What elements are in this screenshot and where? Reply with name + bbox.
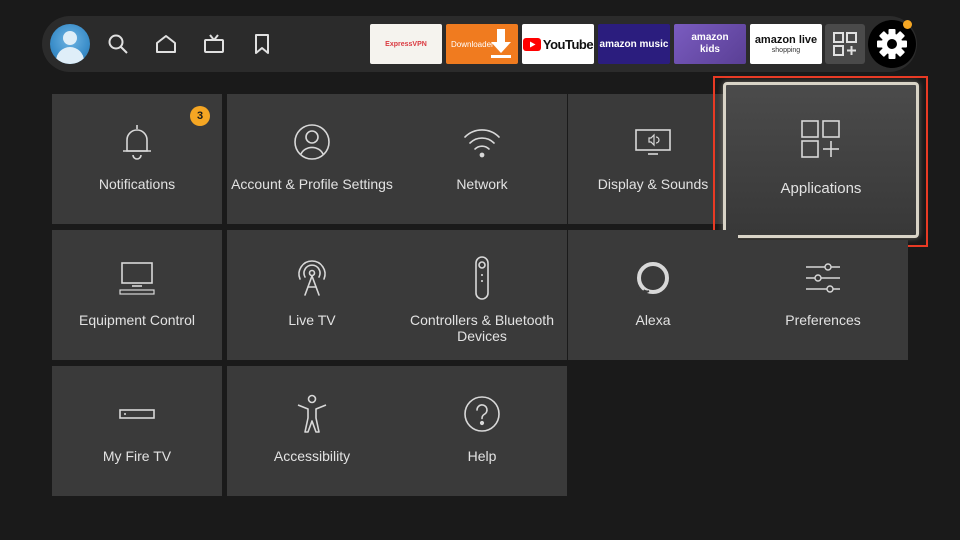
tile-live-tv[interactable]: Live TV <box>227 230 397 360</box>
app-label: YouTube <box>542 36 594 52</box>
apps-grid-plus-icon <box>833 32 857 56</box>
tile-network[interactable]: Network <box>397 94 567 224</box>
app-amazon-music[interactable]: amazon music <box>598 24 670 64</box>
sliders-icon <box>738 258 908 298</box>
tile-label: My Fire TV <box>102 448 172 464</box>
top-navigation-bar: ExpressVPN Downloader YouTube amazon mus… <box>42 16 917 72</box>
broadcast-tower-icon <box>227 258 397 298</box>
avatar-head <box>63 31 77 45</box>
tile-notifications[interactable]: 3 Notifications <box>52 94 222 224</box>
tile-label: Applications <box>780 180 862 197</box>
tile-label: Notifications <box>98 176 176 192</box>
app-amazon-kids[interactable]: amazon kids <box>674 24 746 64</box>
app-label: amazon kids <box>691 32 729 55</box>
account-icon <box>227 122 397 162</box>
app-label: amazon live <box>754 33 818 46</box>
tile-help[interactable]: Help <box>397 366 567 496</box>
tile-label: Account & Profile Settings <box>231 176 393 192</box>
tile-my-fire-tv[interactable]: My Fire TV <box>52 366 222 496</box>
download-arrow-icon <box>491 29 511 58</box>
tile-label: Network <box>456 176 508 192</box>
tile-label: Equipment Control <box>79 312 195 328</box>
remote-control-icon <box>397 256 567 300</box>
avatar-body <box>56 47 84 64</box>
tile-applications[interactable]: Applications <box>723 82 919 238</box>
tile-label: Controllers & Bluetooth Devices <box>410 312 554 344</box>
tile-account-profile[interactable]: Account & Profile Settings <box>227 94 397 224</box>
tile-accessibility[interactable]: Accessibility <box>227 366 397 496</box>
tile-label: Help <box>467 448 497 464</box>
tile-label: Preferences <box>785 312 861 328</box>
apps-grid-icon <box>726 119 916 159</box>
profile-avatar[interactable] <box>50 24 90 64</box>
tile-label: Accessibility <box>273 448 351 464</box>
tile-alexa[interactable]: Alexa <box>568 230 738 360</box>
app-label: amazon music <box>599 38 669 50</box>
app-library-button[interactable] <box>825 24 865 64</box>
app-amazon-live[interactable]: amazon live shopping <box>750 24 822 64</box>
tile-equipment-control[interactable]: Equipment Control <box>52 230 222 360</box>
tv-equipment-icon <box>52 258 222 298</box>
home-icon[interactable] <box>154 32 178 56</box>
app-sublabel: shopping <box>771 46 801 54</box>
app-downloader[interactable]: Downloader <box>446 24 518 64</box>
search-icon[interactable] <box>106 32 130 56</box>
app-expressvpn[interactable]: ExpressVPN <box>370 24 442 64</box>
tile-label: Live TV <box>288 312 336 328</box>
wifi-icon <box>397 122 567 162</box>
help-question-icon <box>397 394 567 434</box>
app-label: Downloader <box>451 39 494 49</box>
app-youtube[interactable]: YouTube <box>522 24 594 64</box>
tile-label: Display & Sounds <box>597 176 709 192</box>
bookmark-icon[interactable] <box>250 32 274 56</box>
settings-notification-dot <box>903 20 912 29</box>
gear-icon <box>877 29 907 59</box>
accessibility-person-icon <box>227 394 397 434</box>
fire-tv-device-icon <box>52 394 222 434</box>
alexa-ring-icon <box>568 258 738 298</box>
tile-controllers-bluetooth[interactable]: Controllers & Bluetooth Devices <box>397 230 567 360</box>
youtube-play-icon <box>522 37 541 51</box>
tile-preferences[interactable]: Preferences <box>738 240 908 360</box>
live-tv-icon[interactable] <box>202 32 226 56</box>
bell-icon <box>52 122 222 162</box>
app-label: ExpressVPN <box>385 40 427 48</box>
tile-label: Alexa <box>635 312 671 328</box>
